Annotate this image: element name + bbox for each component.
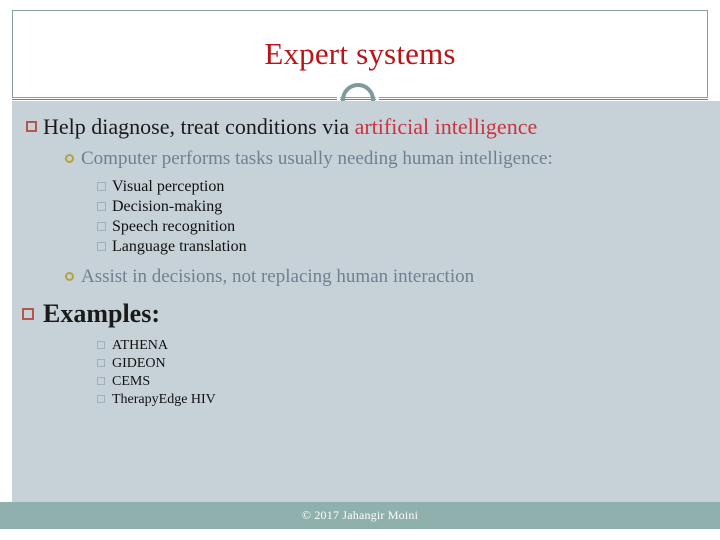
list-item-label: CEMS	[112, 374, 151, 389]
list-item: ATHENA	[12, 337, 720, 354]
list-item-label: ATHENA	[112, 338, 168, 353]
list-item: TherapyEdge HIV	[12, 391, 720, 408]
list-item-label: Visual perception	[112, 178, 225, 195]
footer-copyright: © 2017 Jahangir Moini	[301, 508, 419, 522]
list-item: Visual perception	[12, 177, 720, 196]
slide-title: Expert systems	[264, 36, 456, 71]
small-square-bullet-icon	[97, 395, 105, 403]
list-item: GIDEON	[12, 355, 720, 372]
bullet-list: Help diagnose, treat conditions via arti…	[12, 101, 720, 409]
list-item-label: TherapyEdge HIV	[112, 392, 216, 407]
slide-body: Help diagnose, treat conditions via arti…	[12, 101, 720, 502]
list-item: Language translation	[12, 237, 720, 256]
list-item: Speech recognition	[12, 217, 720, 236]
circle-bullet-icon	[65, 272, 74, 281]
small-square-bullet-icon	[97, 242, 106, 251]
bullet-level2-label: Computer performs tasks usually needing …	[81, 148, 553, 169]
list-item-label: GIDEON	[112, 356, 166, 371]
bullet-level1-help-diagnose: Help diagnose, treat conditions via arti…	[12, 113, 720, 140]
list-item-label: Speech recognition	[112, 218, 236, 235]
square-bullet-icon	[22, 308, 34, 320]
small-square-bullet-icon	[97, 202, 106, 211]
examples-heading-label: Examples:	[43, 299, 160, 328]
bullet-text-accent: artificial intelligence	[354, 114, 538, 139]
examples-heading: Examples:	[12, 298, 720, 329]
bullet-level2-assist-in-decisions: Assist in decisions, not replacing human…	[12, 266, 701, 288]
small-square-bullet-icon	[97, 182, 106, 191]
small-square-bullet-icon	[97, 359, 105, 367]
bullet-level2-computer-performs: Computer performs tasks usually needing …	[12, 148, 701, 170]
presentation-slide: Expert systems Help diagnose, treat cond…	[0, 0, 720, 540]
circle-bullet-icon	[65, 154, 74, 163]
small-square-bullet-icon	[97, 341, 105, 349]
square-bullet-icon	[26, 121, 37, 132]
small-square-bullet-icon	[97, 377, 105, 385]
small-square-bullet-icon	[97, 222, 106, 231]
bullet-level2-label: Assist in decisions, not replacing human…	[81, 266, 475, 287]
list-item: CEMS	[12, 373, 720, 390]
bullet-text-plain: Help diagnose, treat conditions via	[43, 114, 355, 139]
list-item-label: Decision-making	[112, 198, 223, 215]
list-item: Decision-making	[12, 197, 720, 216]
list-item-label: Language translation	[112, 238, 247, 255]
